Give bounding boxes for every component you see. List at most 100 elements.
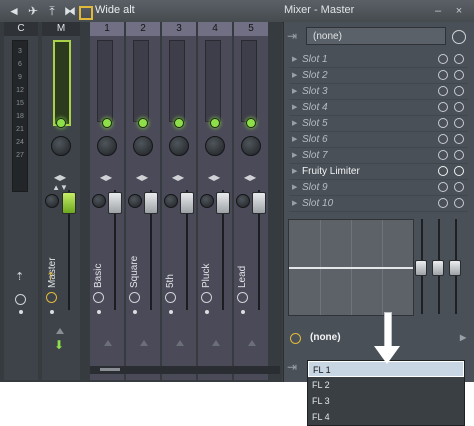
- strip-insert-3[interactable]: 3 ◀▶ 5th: [162, 22, 196, 380]
- stereo-icon[interactable]: ◀▶: [204, 174, 224, 182]
- swap-icon[interactable]: ▲▼: [50, 184, 70, 192]
- volume-fader[interactable]: [62, 192, 76, 214]
- slot-10[interactable]: ▶ Slot 10: [290, 196, 468, 212]
- slot-arrow-icon[interactable]: ▶: [292, 100, 297, 115]
- mix-knob[interactable]: [438, 54, 448, 64]
- slot-arrow-icon[interactable]: ▶: [292, 132, 297, 147]
- slot-4[interactable]: ▶ Slot 4: [290, 100, 468, 116]
- pan-knob[interactable]: [51, 136, 71, 156]
- clock-icon[interactable]: [165, 292, 176, 303]
- link-icon[interactable]: ⇡: [46, 270, 55, 283]
- slot-led[interactable]: [454, 198, 464, 208]
- slot-led[interactable]: [454, 150, 464, 160]
- sep-knob[interactable]: [45, 194, 59, 208]
- send-arrow-icon[interactable]: [212, 340, 220, 346]
- stereo-icon[interactable]: ◀▶: [132, 174, 152, 182]
- strip-name[interactable]: Pluck: [201, 228, 215, 288]
- sep-knob[interactable]: [164, 194, 178, 208]
- route-dot[interactable]: [133, 310, 137, 314]
- send-arrow-icon[interactable]: [176, 340, 184, 346]
- eq-low-fader[interactable]: [415, 260, 427, 276]
- slot-arrow-icon[interactable]: ▶: [292, 52, 297, 67]
- route-dot[interactable]: [241, 310, 245, 314]
- scrollbar-thumb[interactable]: [100, 368, 120, 371]
- eq-high-fader[interactable]: [449, 260, 461, 276]
- eq-graph[interactable]: [288, 219, 414, 316]
- output-row[interactable]: (none) ▶: [288, 328, 470, 348]
- pan-knob[interactable]: [97, 136, 117, 156]
- dropdown-item[interactable]: FL 3: [308, 393, 464, 409]
- clock-icon[interactable]: [237, 292, 248, 303]
- slot-7[interactable]: ▶ Slot 7: [290, 148, 468, 164]
- bird-icon[interactable]: ✈: [25, 3, 41, 19]
- dropdown-item[interactable]: FL 2: [308, 377, 464, 393]
- menu-arrow-icon[interactable]: ◄: [6, 3, 22, 19]
- mix-knob[interactable]: [438, 102, 448, 112]
- stereo-icon[interactable]: ◀▶: [168, 174, 188, 182]
- volume-fader[interactable]: [144, 192, 158, 214]
- output-select[interactable]: (none): [310, 328, 341, 348]
- volume-fader[interactable]: [180, 192, 194, 214]
- slot-2[interactable]: ▶ Slot 2: [290, 68, 468, 84]
- layout-icon[interactable]: [79, 6, 93, 20]
- slot-3[interactable]: ▶ Slot 3: [290, 84, 468, 100]
- slot-led[interactable]: [454, 86, 464, 96]
- mix-knob[interactable]: [438, 166, 448, 176]
- output-dropdown[interactable]: FL 1 FL 2 FL 3 FL 4: [307, 360, 465, 426]
- pan-knob[interactable]: [169, 136, 189, 156]
- sep-knob[interactable]: [236, 194, 250, 208]
- pan-knob[interactable]: [241, 136, 261, 156]
- stereo-icon[interactable]: ◀▶: [240, 174, 260, 182]
- preset-name[interactable]: Wide alt: [95, 4, 135, 16]
- slot-led[interactable]: [454, 102, 464, 112]
- slot-arrow-icon[interactable]: ▶: [292, 148, 297, 163]
- clock-icon[interactable]: [46, 292, 57, 303]
- dropdown-item[interactable]: FL 4: [308, 409, 464, 425]
- enable-led[interactable]: [210, 118, 220, 128]
- output-arrow-icon[interactable]: ▶: [460, 328, 466, 348]
- clock-icon[interactable]: [290, 333, 301, 344]
- close-button[interactable]: ×: [452, 4, 466, 18]
- strip-name[interactable]: Lead: [237, 228, 251, 288]
- eq-mid-fader[interactable]: [432, 260, 444, 276]
- enable-led[interactable]: [246, 118, 256, 128]
- send-arrow-icon[interactable]: [248, 340, 256, 346]
- route-dot[interactable]: [50, 310, 54, 314]
- mix-knob[interactable]: [438, 70, 448, 80]
- strip-insert-4[interactable]: 4 ◀▶ Pluck: [198, 22, 232, 380]
- pan-knob[interactable]: [205, 136, 225, 156]
- slot-arrow-icon[interactable]: ▶: [292, 84, 297, 99]
- route-dot[interactable]: [169, 310, 173, 314]
- strip-current[interactable]: C 3 6 9 12 15 18 21 24 27 ⇡: [4, 22, 38, 380]
- split-icon[interactable]: ⧓: [62, 3, 78, 19]
- clock-icon[interactable]: [452, 30, 466, 44]
- sep-knob[interactable]: [128, 194, 142, 208]
- send-arrow-icon[interactable]: [140, 340, 148, 346]
- slot-arrow-icon[interactable]: ▶: [292, 68, 297, 83]
- slot-led[interactable]: [454, 182, 464, 192]
- slot-arrow-icon[interactable]: ▶: [292, 196, 297, 211]
- minimize-button[interactable]: –: [431, 4, 445, 18]
- clock-icon[interactable]: [201, 292, 212, 303]
- stereo-icon[interactable]: ◀▶: [50, 174, 70, 182]
- slot-led[interactable]: [454, 54, 464, 64]
- sep-knob[interactable]: [200, 194, 214, 208]
- pan-knob[interactable]: [133, 136, 153, 156]
- strip-insert-5[interactable]: 5 ◀▶ Lead: [234, 22, 268, 380]
- slot-arrow-icon[interactable]: ▶: [292, 180, 297, 195]
- mix-knob[interactable]: [438, 182, 448, 192]
- route-dot[interactable]: [97, 310, 101, 314]
- volume-fader[interactable]: [108, 192, 122, 214]
- mix-knob[interactable]: [438, 134, 448, 144]
- sep-knob[interactable]: [92, 194, 106, 208]
- slot-led[interactable]: [454, 166, 464, 176]
- strip-name[interactable]: 5th: [165, 228, 179, 288]
- slot-arrow-icon[interactable]: ▶: [292, 116, 297, 131]
- slot-led[interactable]: [454, 70, 464, 80]
- strip-insert-1[interactable]: 1 ◀▶ Basic: [90, 22, 124, 380]
- clock-icon[interactable]: [15, 294, 26, 305]
- route-down-icon[interactable]: ⬇: [54, 338, 64, 352]
- strip-name[interactable]: Square: [129, 228, 143, 288]
- enable-led[interactable]: [138, 118, 148, 128]
- strip-master[interactable]: M ◀▶ ▲▼ Master ⇡ ⬇: [42, 22, 80, 380]
